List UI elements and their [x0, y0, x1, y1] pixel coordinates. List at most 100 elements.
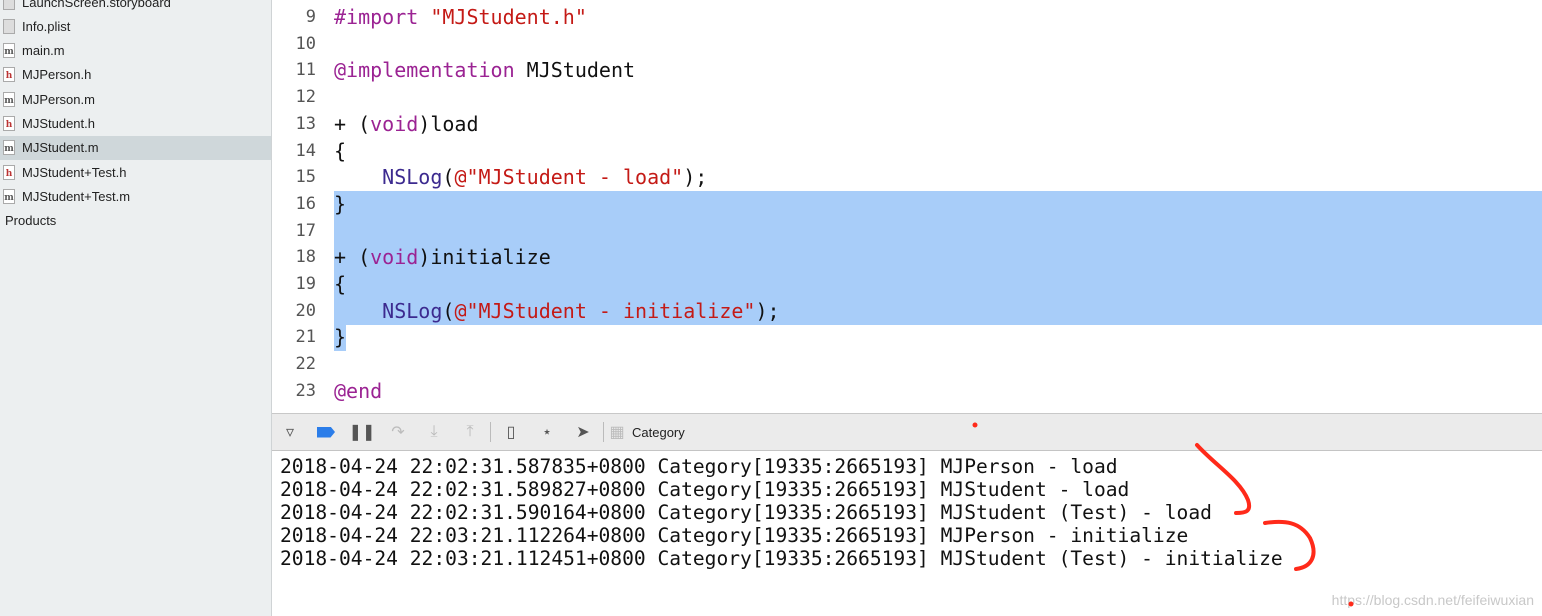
code-token: @end [334, 378, 383, 403]
breakpoints-toggle-icon[interactable] [308, 420, 344, 444]
code-line: 17 [272, 218, 1542, 245]
file-name: LaunchScreen.storyboard [22, 0, 171, 10]
code-text: { [334, 271, 346, 298]
code-token: NSLog [382, 298, 443, 323]
code-line: 12 [272, 84, 1542, 111]
code-token: ); [683, 165, 708, 190]
line-number: 21 [295, 327, 316, 348]
h-file-icon: h [3, 67, 15, 83]
storyboard-file-icon [3, 0, 15, 10]
code-text: } [334, 191, 346, 218]
target-label: Category [632, 424, 685, 440]
simulate-location-icon[interactable]: ➤ [565, 420, 601, 444]
debug-toolbar: ▿ ❚❚ ↷ ⤓ ⤒ ▯ ⋆ ➤ ▦ Category [272, 413, 1542, 452]
line-number: 12 [295, 87, 316, 108]
m-file-icon: m [3, 188, 15, 204]
code-line: 23 @end [272, 378, 1542, 405]
code-line: 19 { [272, 271, 1542, 298]
file-item[interactable]: Info.plist [0, 14, 271, 38]
file-name: MJStudent+Test.h [22, 164, 127, 180]
app-target-icon: ▦ [609, 424, 625, 441]
line-number: 13 [295, 113, 316, 134]
code-line: 15 NSLog(@"MJStudent - load"); [272, 164, 1542, 191]
code-token: ); [755, 298, 780, 323]
file-name: MJPerson.h [22, 67, 92, 83]
code-line: 16} [272, 191, 1542, 218]
line-number: 19 [295, 274, 316, 294]
code-token: { [334, 138, 347, 163]
code-text: { [334, 138, 346, 165]
code-token: NSLog [382, 165, 443, 190]
code-token: @implementation [334, 58, 515, 83]
file-name: Info.plist [22, 18, 71, 34]
file-item[interactable]: LaunchScreen.storyboard [0, 0, 271, 14]
code-text: @end [334, 378, 382, 405]
group-products[interactable]: Products [0, 209, 276, 233]
code-line: 9 #import "MJStudent.h" [272, 4, 1542, 31]
code-token: ( [442, 165, 455, 190]
code-line: 13 + (void)load [272, 111, 1542, 138]
console-line: 2018-04-24 22:02:31.590164+0800 Category… [280, 501, 1212, 524]
plist-file-icon [3, 18, 15, 34]
code-line: 21} [272, 324, 1542, 351]
line-number: 20 [295, 300, 316, 321]
code-token: void [370, 245, 419, 270]
line-number: 14 [295, 140, 316, 161]
console-line: 2018-04-24 22:03:21.112264+0800 Category… [280, 524, 1189, 547]
code-line: 18 + (void)initialize [272, 244, 1542, 271]
code-line: 10 [272, 31, 1542, 58]
code-text: NSLog(@"MJStudent - load"); [334, 164, 707, 191]
file-name: main.m [22, 43, 65, 59]
m-file-icon: m [3, 140, 15, 156]
line-number: 11 [295, 60, 316, 81]
code-line: 14 { [272, 138, 1542, 165]
code-token: + ( [334, 111, 371, 136]
m-file-icon: m [3, 91, 15, 107]
step-over-icon[interactable]: ↷ [380, 420, 416, 444]
file-item[interactable]: m main.m [0, 39, 271, 63]
code-text: + (void)load [334, 111, 479, 138]
file-item[interactable]: h MJStudent.h [0, 112, 271, 136]
line-number: 9 [305, 7, 316, 27]
file-name: MJPerson.m [22, 91, 95, 107]
file-name: MJStudent+Test.m [22, 188, 131, 204]
code-token: } [334, 191, 347, 216]
memory-graph-icon[interactable]: ⋆ [529, 420, 565, 444]
file-item[interactable]: m MJPerson.m [0, 87, 271, 111]
hide-debug-area-icon[interactable]: ▿ [272, 420, 308, 444]
code-token: + ( [334, 245, 371, 270]
project-navigator: LaunchScreen.storyboard Info.plist m main.m… [0, 0, 272, 616]
code-token: void [370, 111, 419, 136]
file-item[interactable]: m MJStudent+Test.m [0, 184, 271, 208]
step-out-icon[interactable]: ⤒ [452, 420, 488, 444]
file-item[interactable]: h MJStudent+Test.h [0, 160, 271, 184]
code-line: 22 [272, 351, 1542, 378]
code-text: #import "MJStudent.h" [334, 4, 587, 31]
line-number: 16 [295, 193, 316, 214]
code-token: ( [442, 298, 455, 323]
line-number: 23 [295, 380, 316, 401]
line-number: 18 [295, 247, 316, 268]
line-number: 15 [295, 167, 316, 188]
view-debugger-icon[interactable]: ▯ [493, 420, 529, 444]
code-editor[interactable]: e 9#import "MJStudent.h"1011@implementat… [272, 0, 1542, 412]
step-into-icon[interactable]: ⤓ [416, 420, 452, 444]
m-file-icon: m [3, 43, 15, 59]
console-line: 2018-04-24 22:02:31.589827+0800 Category… [280, 478, 1130, 501]
code-text: } [334, 324, 346, 351]
code-token: )initialize [418, 245, 551, 270]
file-item[interactable]: h MJPerson.h [0, 63, 271, 87]
divider [603, 422, 604, 442]
code-token: } [334, 325, 347, 350]
code-token: "MJStudent.h" [430, 5, 587, 29]
h-file-icon: h [3, 164, 15, 180]
pause-icon[interactable]: ❚❚ [344, 420, 380, 444]
divider [490, 422, 491, 442]
console-line: 2018-04-24 22:02:31.587835+0800 Category… [280, 455, 1118, 478]
h-file-icon: h [3, 116, 15, 131]
code-token: { [334, 272, 347, 296]
file-item[interactable]: m MJStudent.m [0, 135, 271, 160]
line-number: 22 [295, 354, 316, 375]
